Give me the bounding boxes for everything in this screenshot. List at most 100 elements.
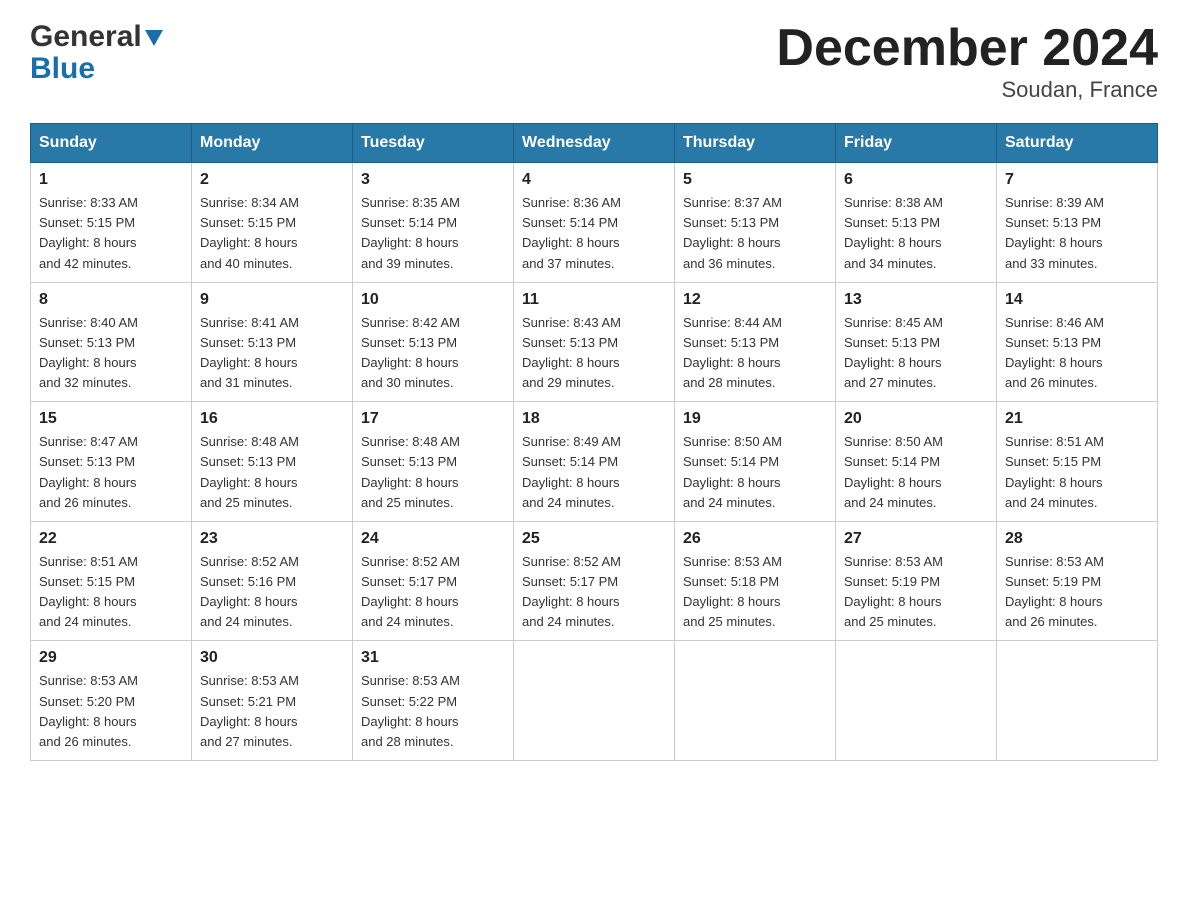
calendar-cell: 15 Sunrise: 8:47 AMSunset: 5:13 PMDaylig… <box>31 402 192 522</box>
calendar-cell <box>675 641 836 761</box>
calendar-table: SundayMondayTuesdayWednesdayThursdayFrid… <box>30 123 1158 761</box>
logo: General Blue <box>30 20 163 84</box>
calendar-cell: 24 Sunrise: 8:52 AMSunset: 5:17 PMDaylig… <box>353 521 514 641</box>
day-of-week-header: Friday <box>836 124 997 163</box>
calendar-cell: 28 Sunrise: 8:53 AMSunset: 5:19 PMDaylig… <box>997 521 1158 641</box>
day-info: Sunrise: 8:37 AMSunset: 5:13 PMDaylight:… <box>683 195 782 270</box>
day-info: Sunrise: 8:49 AMSunset: 5:14 PMDaylight:… <box>522 434 621 509</box>
day-info: Sunrise: 8:44 AMSunset: 5:13 PMDaylight:… <box>683 315 782 390</box>
day-info: Sunrise: 8:41 AMSunset: 5:13 PMDaylight:… <box>200 315 299 390</box>
day-info: Sunrise: 8:51 AMSunset: 5:15 PMDaylight:… <box>39 554 138 629</box>
calendar-cell: 27 Sunrise: 8:53 AMSunset: 5:19 PMDaylig… <box>836 521 997 641</box>
day-number: 4 <box>522 171 666 189</box>
day-info: Sunrise: 8:53 AMSunset: 5:20 PMDaylight:… <box>39 673 138 748</box>
day-number: 25 <box>522 530 666 548</box>
calendar-cell: 12 Sunrise: 8:44 AMSunset: 5:13 PMDaylig… <box>675 282 836 402</box>
calendar-cell: 19 Sunrise: 8:50 AMSunset: 5:14 PMDaylig… <box>675 402 836 522</box>
day-number: 17 <box>361 410 505 428</box>
calendar-cell: 21 Sunrise: 8:51 AMSunset: 5:15 PMDaylig… <box>997 402 1158 522</box>
day-number: 2 <box>200 171 344 189</box>
day-info: Sunrise: 8:50 AMSunset: 5:14 PMDaylight:… <box>683 434 782 509</box>
calendar-cell: 23 Sunrise: 8:52 AMSunset: 5:16 PMDaylig… <box>192 521 353 641</box>
calendar-cell: 5 Sunrise: 8:37 AMSunset: 5:13 PMDayligh… <box>675 163 836 283</box>
day-number: 31 <box>361 649 505 667</box>
day-info: Sunrise: 8:52 AMSunset: 5:17 PMDaylight:… <box>361 554 460 629</box>
day-of-week-header: Tuesday <box>353 124 514 163</box>
day-info: Sunrise: 8:53 AMSunset: 5:19 PMDaylight:… <box>844 554 943 629</box>
logo-triangle-icon <box>145 30 163 48</box>
day-info: Sunrise: 8:51 AMSunset: 5:15 PMDaylight:… <box>1005 434 1104 509</box>
calendar-cell: 7 Sunrise: 8:39 AMSunset: 5:13 PMDayligh… <box>997 163 1158 283</box>
day-info: Sunrise: 8:40 AMSunset: 5:13 PMDaylight:… <box>39 315 138 390</box>
calendar-cell: 25 Sunrise: 8:52 AMSunset: 5:17 PMDaylig… <box>514 521 675 641</box>
calendar-cell: 20 Sunrise: 8:50 AMSunset: 5:14 PMDaylig… <box>836 402 997 522</box>
calendar-week-row: 8 Sunrise: 8:40 AMSunset: 5:13 PMDayligh… <box>31 282 1158 402</box>
day-number: 12 <box>683 291 827 309</box>
day-number: 11 <box>522 291 666 309</box>
calendar-cell: 18 Sunrise: 8:49 AMSunset: 5:14 PMDaylig… <box>514 402 675 522</box>
day-number: 18 <box>522 410 666 428</box>
day-info: Sunrise: 8:53 AMSunset: 5:21 PMDaylight:… <box>200 673 299 748</box>
day-info: Sunrise: 8:52 AMSunset: 5:17 PMDaylight:… <box>522 554 621 629</box>
day-info: Sunrise: 8:46 AMSunset: 5:13 PMDaylight:… <box>1005 315 1104 390</box>
day-of-week-header: Saturday <box>997 124 1158 163</box>
title-block: December 2024 Soudan, France <box>776 20 1158 103</box>
calendar-cell: 22 Sunrise: 8:51 AMSunset: 5:15 PMDaylig… <box>31 521 192 641</box>
calendar-cell: 17 Sunrise: 8:48 AMSunset: 5:13 PMDaylig… <box>353 402 514 522</box>
day-number: 21 <box>1005 410 1149 428</box>
calendar-cell: 9 Sunrise: 8:41 AMSunset: 5:13 PMDayligh… <box>192 282 353 402</box>
day-number: 23 <box>200 530 344 548</box>
calendar-cell: 31 Sunrise: 8:53 AMSunset: 5:22 PMDaylig… <box>353 641 514 761</box>
calendar-cell: 14 Sunrise: 8:46 AMSunset: 5:13 PMDaylig… <box>997 282 1158 402</box>
day-info: Sunrise: 8:34 AMSunset: 5:15 PMDaylight:… <box>200 195 299 270</box>
day-number: 7 <box>1005 171 1149 189</box>
calendar-cell: 1 Sunrise: 8:33 AMSunset: 5:15 PMDayligh… <box>31 163 192 283</box>
day-number: 22 <box>39 530 183 548</box>
calendar-week-row: 29 Sunrise: 8:53 AMSunset: 5:20 PMDaylig… <box>31 641 1158 761</box>
calendar-cell: 26 Sunrise: 8:53 AMSunset: 5:18 PMDaylig… <box>675 521 836 641</box>
calendar-header-row: SundayMondayTuesdayWednesdayThursdayFrid… <box>31 124 1158 163</box>
page-header: General Blue December 2024 Soudan, Franc… <box>30 20 1158 103</box>
day-info: Sunrise: 8:47 AMSunset: 5:13 PMDaylight:… <box>39 434 138 509</box>
day-of-week-header: Thursday <box>675 124 836 163</box>
day-number: 9 <box>200 291 344 309</box>
logo-general-text: General <box>30 20 142 54</box>
calendar-week-row: 15 Sunrise: 8:47 AMSunset: 5:13 PMDaylig… <box>31 402 1158 522</box>
calendar-cell <box>997 641 1158 761</box>
location: Soudan, France <box>776 77 1158 103</box>
day-of-week-header: Sunday <box>31 124 192 163</box>
day-number: 8 <box>39 291 183 309</box>
calendar-cell: 8 Sunrise: 8:40 AMSunset: 5:13 PMDayligh… <box>31 282 192 402</box>
day-info: Sunrise: 8:39 AMSunset: 5:13 PMDaylight:… <box>1005 195 1104 270</box>
day-info: Sunrise: 8:36 AMSunset: 5:14 PMDaylight:… <box>522 195 621 270</box>
day-number: 20 <box>844 410 988 428</box>
day-info: Sunrise: 8:43 AMSunset: 5:13 PMDaylight:… <box>522 315 621 390</box>
calendar-week-row: 22 Sunrise: 8:51 AMSunset: 5:15 PMDaylig… <box>31 521 1158 641</box>
day-number: 28 <box>1005 530 1149 548</box>
calendar-cell: 16 Sunrise: 8:48 AMSunset: 5:13 PMDaylig… <box>192 402 353 522</box>
day-info: Sunrise: 8:53 AMSunset: 5:19 PMDaylight:… <box>1005 554 1104 629</box>
day-number: 29 <box>39 649 183 667</box>
day-info: Sunrise: 8:35 AMSunset: 5:14 PMDaylight:… <box>361 195 460 270</box>
day-info: Sunrise: 8:42 AMSunset: 5:13 PMDaylight:… <box>361 315 460 390</box>
day-info: Sunrise: 8:48 AMSunset: 5:13 PMDaylight:… <box>361 434 460 509</box>
day-number: 27 <box>844 530 988 548</box>
day-number: 3 <box>361 171 505 189</box>
day-info: Sunrise: 8:48 AMSunset: 5:13 PMDaylight:… <box>200 434 299 509</box>
day-info: Sunrise: 8:45 AMSunset: 5:13 PMDaylight:… <box>844 315 943 390</box>
calendar-cell: 30 Sunrise: 8:53 AMSunset: 5:21 PMDaylig… <box>192 641 353 761</box>
day-number: 15 <box>39 410 183 428</box>
day-number: 5 <box>683 171 827 189</box>
day-info: Sunrise: 8:53 AMSunset: 5:18 PMDaylight:… <box>683 554 782 629</box>
calendar-cell: 2 Sunrise: 8:34 AMSunset: 5:15 PMDayligh… <box>192 163 353 283</box>
calendar-week-row: 1 Sunrise: 8:33 AMSunset: 5:15 PMDayligh… <box>31 163 1158 283</box>
day-number: 30 <box>200 649 344 667</box>
logo-blue-text: Blue <box>30 54 95 84</box>
day-number: 10 <box>361 291 505 309</box>
day-number: 1 <box>39 171 183 189</box>
day-info: Sunrise: 8:50 AMSunset: 5:14 PMDaylight:… <box>844 434 943 509</box>
day-info: Sunrise: 8:33 AMSunset: 5:15 PMDaylight:… <box>39 195 138 270</box>
day-info: Sunrise: 8:53 AMSunset: 5:22 PMDaylight:… <box>361 673 460 748</box>
day-number: 6 <box>844 171 988 189</box>
day-number: 14 <box>1005 291 1149 309</box>
